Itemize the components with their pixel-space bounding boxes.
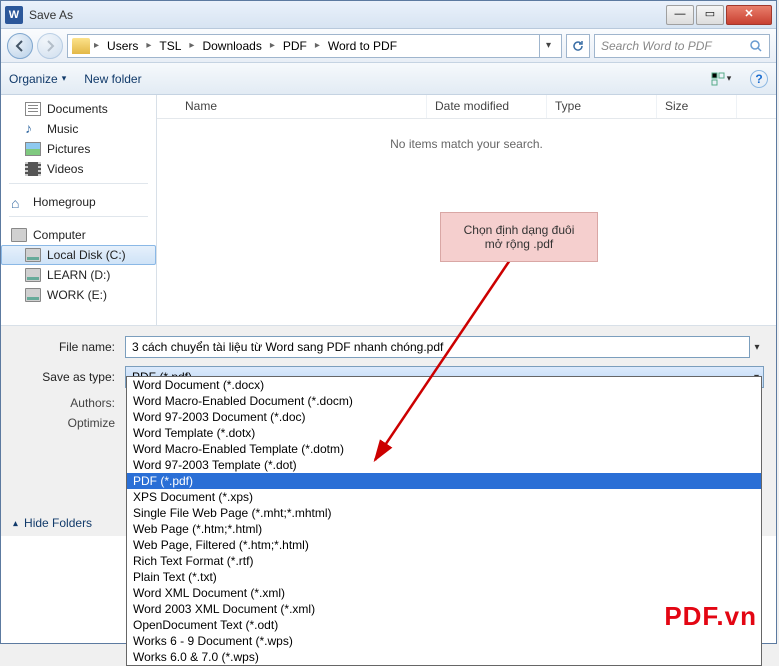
filetype-option[interactable]: Word Template (*.dotx) (127, 425, 761, 441)
filetype-option[interactable]: Word 97-2003 Document (*.doc) (127, 409, 761, 425)
filetype-option[interactable]: XPS Document (*.xps) (127, 489, 761, 505)
music-icon: ♪ (25, 122, 41, 136)
chevron-down-icon[interactable]: ▾ (750, 342, 764, 353)
search-input[interactable]: Search Word to PDF (594, 34, 770, 58)
search-icon (749, 39, 763, 53)
view-icon (711, 72, 727, 86)
column-date-modified[interactable]: Date modified (427, 95, 547, 118)
disk-icon (25, 268, 41, 282)
filetype-option[interactable]: Word Macro-Enabled Document (*.docm) (127, 393, 761, 409)
filetype-option[interactable]: Single File Web Page (*.mht;*.mhtml) (127, 505, 761, 521)
tree-item-homegroup[interactable]: ⌂Homegroup (1, 192, 156, 212)
tree-item-pictures[interactable]: Pictures (1, 139, 156, 159)
tree-item-documents[interactable]: Documents (1, 99, 156, 119)
chevron-right-icon: ▸ (270, 40, 275, 51)
empty-message: No items match your search. (157, 137, 776, 151)
close-button[interactable]: ✕ (726, 5, 772, 25)
tree-item-music[interactable]: ♪Music (1, 119, 156, 139)
toolbar: Organize ▾ New folder ▾ ? (1, 63, 776, 95)
help-button[interactable]: ? (750, 70, 768, 88)
view-options-button[interactable]: ▾ (710, 68, 732, 90)
optimize-label: Optimize (13, 416, 125, 430)
computer-icon (11, 228, 27, 242)
videos-icon (25, 162, 41, 176)
filetype-option[interactable]: Rich Text Format (*.rtf) (127, 553, 761, 569)
back-arrow-icon (14, 40, 26, 52)
filetype-option[interactable]: Word 97-2003 Template (*.dot) (127, 457, 761, 473)
filetype-option[interactable]: Word Macro-Enabled Template (*.dotm) (127, 441, 761, 457)
column-name[interactable]: Name (177, 95, 427, 118)
watermark: PDF.vn (664, 601, 757, 632)
filename-input[interactable] (125, 336, 750, 358)
tree-item-learn-d[interactable]: LEARN (D:) (1, 265, 156, 285)
file-list-pane[interactable]: Name Date modified Type Size No items ma… (157, 95, 776, 325)
breadcrumb-segment[interactable]: Downloads (198, 37, 265, 55)
breadcrumb-dropdown-button[interactable]: ▾ (539, 35, 557, 57)
chevron-right-icon: ▸ (315, 40, 320, 51)
filetype-option[interactable]: Word XML Document (*.xml) (127, 585, 761, 601)
filetype-option[interactable]: Plain Text (*.txt) (127, 569, 761, 585)
homegroup-icon: ⌂ (11, 195, 27, 209)
navigation-bar: ▸ Users ▸ TSL ▸ Downloads ▸ PDF ▸ Word t… (1, 29, 776, 63)
organize-button[interactable]: Organize ▾ (9, 72, 66, 86)
save-as-type-label: Save as type: (13, 370, 125, 384)
refresh-icon (571, 39, 585, 53)
filetype-option[interactable]: Works 6 - 9 Document (*.wps) (127, 633, 761, 649)
forward-arrow-icon (44, 40, 56, 52)
back-button[interactable] (7, 33, 33, 59)
pictures-icon (25, 142, 41, 156)
forward-button[interactable] (37, 33, 63, 59)
filetype-option[interactable]: PDF (*.pdf) (127, 473, 761, 489)
breadcrumb-segment[interactable]: PDF (279, 37, 311, 55)
filetype-option[interactable]: Word Document (*.docx) (127, 377, 761, 393)
chevron-right-icon: ▸ (146, 40, 151, 51)
authors-label: Authors: (13, 396, 125, 410)
window-title: Save As (29, 8, 664, 22)
new-folder-button[interactable]: New folder (84, 72, 141, 86)
tree-item-computer[interactable]: Computer (1, 225, 156, 245)
tree-item-work-e[interactable]: WORK (E:) (1, 285, 156, 305)
column-headers[interactable]: Name Date modified Type Size (157, 95, 776, 119)
chevron-right-icon: ▸ (94, 40, 99, 51)
titlebar[interactable]: W Save As — ▭ ✕ (1, 1, 776, 29)
disk-icon (25, 248, 41, 262)
breadcrumb-segment[interactable]: Users (103, 37, 142, 55)
column-size[interactable]: Size (657, 95, 737, 118)
documents-icon (25, 102, 41, 116)
breadcrumb[interactable]: ▸ Users ▸ TSL ▸ Downloads ▸ PDF ▸ Word t… (67, 34, 562, 58)
folder-icon (72, 38, 90, 54)
annotation-callout: Chọn định dạng đuôi mở rộng .pdf (440, 212, 598, 262)
tree-item-local-disk-c[interactable]: Local Disk (C:) (1, 245, 156, 265)
filetype-option[interactable]: Web Page, Filtered (*.htm;*.html) (127, 537, 761, 553)
refresh-button[interactable] (566, 34, 590, 58)
tree-item-videos[interactable]: Videos (1, 159, 156, 179)
file-browser: Documents ♪Music Pictures Videos ⌂Homegr… (1, 95, 776, 325)
column-type[interactable]: Type (547, 95, 657, 118)
word-app-icon: W (5, 6, 23, 24)
search-placeholder: Search Word to PDF (601, 39, 712, 53)
chevron-down-icon: ▾ (62, 73, 67, 84)
navigation-tree[interactable]: Documents ♪Music Pictures Videos ⌂Homegr… (1, 95, 157, 325)
breadcrumb-segment[interactable]: Word to PDF (324, 37, 401, 55)
filename-label: File name: (13, 340, 125, 354)
breadcrumb-segment[interactable]: TSL (155, 37, 185, 55)
disk-icon (25, 288, 41, 302)
minimize-button[interactable]: — (666, 5, 694, 25)
filetype-option[interactable]: Web Page (*.htm;*.html) (127, 521, 761, 537)
maximize-button[interactable]: ▭ (696, 5, 724, 25)
filetype-option[interactable]: Works 6.0 & 7.0 (*.wps) (127, 649, 761, 665)
chevron-right-icon: ▸ (189, 40, 194, 51)
chevron-up-icon: ▾ (13, 518, 18, 529)
